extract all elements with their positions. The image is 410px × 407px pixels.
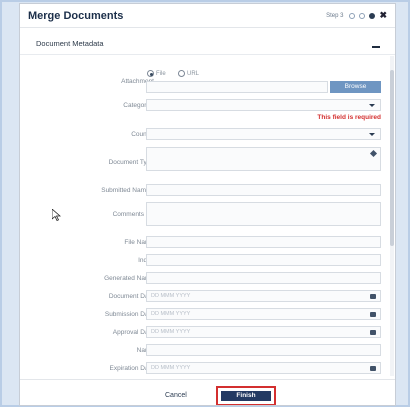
calendar-icon[interactable] — [370, 312, 376, 317]
scrollbar[interactable] — [390, 56, 394, 376]
browse-button[interactable]: Browse — [330, 81, 381, 93]
date-placeholder: DD MMM YYYY — [151, 365, 191, 371]
step-dot-3 — [369, 12, 376, 19]
approval-date-field[interactable]: DD MMM YYYY — [146, 326, 381, 338]
radio-url-label: URL — [187, 71, 200, 78]
submission-date-field[interactable]: DD MMM YYYY — [146, 308, 381, 320]
finish-button[interactable]: Finish — [221, 391, 271, 401]
metadata-form: Attachment File URL Browse Category * Th… — [20, 56, 386, 376]
document-metadata-section[interactable]: Document Metadata — [20, 29, 395, 55]
step-indicator: Step 3 — [326, 12, 344, 19]
step-dot-1 — [349, 12, 356, 19]
date-placeholder: DD MMM YYYY — [151, 311, 191, 317]
step-dot-2 — [359, 12, 366, 19]
document-type-field[interactable] — [146, 147, 381, 171]
cancel-button[interactable]: Cancel — [165, 392, 187, 399]
attachment-field[interactable] — [146, 81, 328, 93]
radio-file[interactable]: File — [147, 70, 166, 77]
merge-documents-dialog: Merge Documents Step 3 ✖ Document Metada… — [19, 3, 396, 406]
file-name-field[interactable] — [146, 236, 381, 248]
radio-selected-icon — [147, 70, 154, 77]
mouse-cursor-icon — [52, 209, 61, 221]
radio-file-label: File — [156, 71, 166, 78]
minus-icon[interactable] — [372, 46, 380, 48]
dialog-title: Merge Documents — [28, 9, 124, 22]
comments-field[interactable] — [146, 202, 381, 226]
dialog-titlebar: Merge Documents Step 3 ✖ — [20, 4, 395, 28]
radio-unselected-icon — [178, 70, 185, 77]
document-date-field[interactable]: DD MMM YYYY — [146, 290, 381, 302]
tag-icon — [369, 149, 378, 158]
date-placeholder: DD MMM YYYY — [151, 293, 191, 299]
index-field[interactable] — [146, 254, 381, 266]
country-select[interactable] — [146, 128, 381, 140]
radio-url[interactable]: URL — [178, 70, 199, 77]
category-error: This field is required — [317, 114, 381, 121]
expiration-date-field[interactable]: DD MMM YYYY — [146, 362, 381, 374]
category-select[interactable] — [146, 99, 381, 111]
close-icon[interactable]: ✖ — [379, 10, 387, 21]
date-placeholder: DD MMM YYYY — [151, 329, 191, 335]
calendar-icon[interactable] — [370, 330, 376, 335]
calendar-icon[interactable] — [370, 294, 376, 299]
finish-highlight: Finish — [216, 386, 276, 405]
comments-label-text: Comments — [112, 211, 144, 219]
generated-name-field[interactable] — [146, 272, 381, 284]
dialog-footer: Cancel Finish — [20, 379, 395, 405]
scrollbar-thumb[interactable] — [390, 70, 394, 246]
name-field[interactable] — [146, 344, 381, 356]
submitted-name-label-text: Submitted Name — [101, 187, 150, 194]
calendar-icon[interactable] — [370, 366, 376, 371]
submitted-name-field[interactable] — [146, 184, 381, 196]
section-title: Document Metadata — [36, 39, 104, 48]
